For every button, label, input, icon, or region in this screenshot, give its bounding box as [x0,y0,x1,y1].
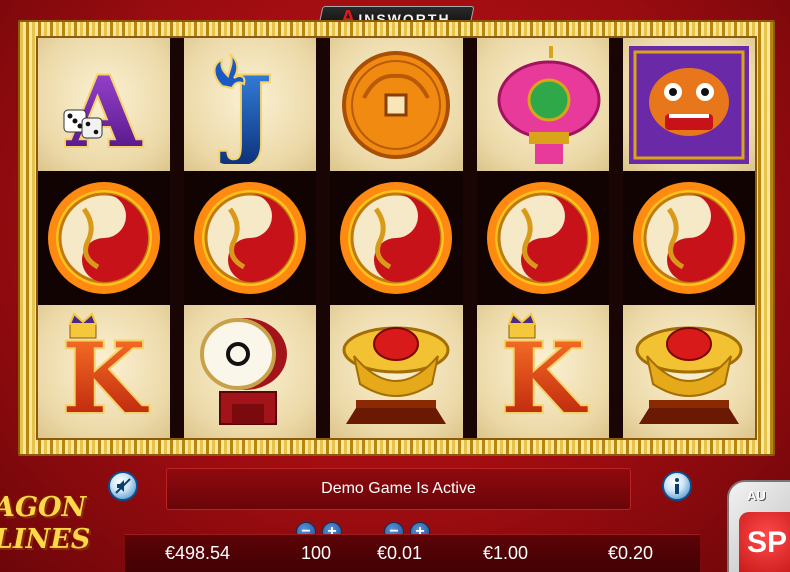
coin-symbol [342,50,451,159]
yin-yang-dragon-symbol [486,181,599,294]
reel-1: A K [38,38,171,438]
jack-symbol: J [213,52,275,164]
reel-cell: A [38,38,171,172]
logo-line-2: LINES [0,524,91,555]
svg-text:J: J [220,56,273,164]
yin-yang-dragon-symbol [632,181,745,294]
reel-cell [330,38,463,172]
lantern-symbol [497,45,601,164]
reel-cell [622,38,755,172]
reel-cell [184,304,317,438]
balance-value: €498.54 [165,543,231,563]
logo-line-1: AGON [0,492,87,523]
reel-3 [330,38,463,438]
reel-frame: A K J K [18,20,775,456]
line-bet-value: €0.01 [377,543,423,563]
yin-yang-dragon-symbol [48,181,161,294]
reel-cell [476,38,609,172]
gold-ingot-symbol [342,326,450,425]
reel-cell [330,171,463,305]
reel-cell [38,171,171,305]
drum-symbol [200,318,288,426]
info-icon [675,478,679,494]
gold-ingot-symbol [635,326,743,425]
yin-yang-dragon-symbol [340,181,453,294]
reel-cell [622,171,755,305]
dragon-mask-symbol [628,45,749,164]
reel-cell: J [184,38,317,172]
lines-value: 100 [301,543,332,563]
game-logo: AGON LINES [0,492,104,572]
speaker-muted-icon [115,478,131,494]
yin-yang-dragon-symbol [194,181,307,294]
autoplay-label[interactable]: AU [747,488,766,503]
king-symbol: K [499,312,590,430]
reel-cell: K [38,304,171,438]
sound-toggle-button[interactable] [108,471,138,501]
status-message: Demo Game Is Active [166,468,631,510]
king-symbol: K [60,312,151,430]
reel-4: K [476,38,609,438]
reel-cell [622,304,755,438]
reel-cell [184,171,317,305]
total-bet-value: €1.00 [483,543,529,563]
reel-cell: K [476,304,609,438]
ace-symbol: A [63,54,145,164]
stats-bar: €498.54 100 €0.01 €1.00 €0.20 [125,534,700,572]
win-value: €0.20 [608,543,654,563]
info-button[interactable] [662,471,692,501]
reel-cell [330,304,463,438]
reel-2: J [184,38,317,438]
reel-grid: A K J K [36,36,757,440]
reel-5 [622,38,755,438]
spin-button[interactable]: AU SP [727,480,790,572]
spin-label: SP [747,526,788,559]
reel-cell [476,171,609,305]
